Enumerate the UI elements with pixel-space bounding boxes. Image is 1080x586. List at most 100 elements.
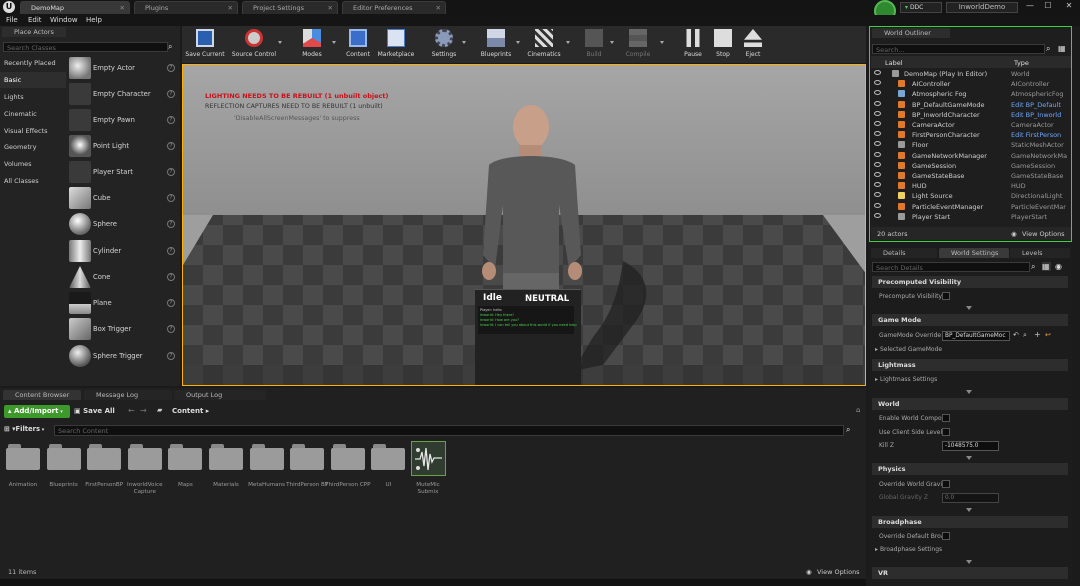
outliner-row[interactable]: CameraActor CameraActor	[872, 120, 1070, 130]
actor-point-light[interactable]: Point Light?	[67, 134, 179, 160]
section-vr[interactable]: VR	[872, 567, 1068, 579]
help-icon[interactable]: ?	[167, 64, 175, 72]
category-volumes[interactable]: Volumes	[0, 156, 66, 172]
lock-icon[interactable]: ⌂	[856, 406, 860, 414]
expand-arrow-icon[interactable]	[966, 508, 972, 512]
tab-editor-preferences[interactable]: Editor Preferences ✕	[342, 1, 446, 14]
expand-arrow-icon[interactable]	[966, 560, 972, 564]
override-default-broadphase-checkbox[interactable]	[942, 532, 950, 540]
help-icon[interactable]: ?	[167, 168, 175, 176]
expand-arrow-icon[interactable]	[966, 390, 972, 394]
dropdown-arrow-icon[interactable]	[278, 41, 282, 44]
property-matrix-icon[interactable]: ▦	[1042, 262, 1051, 271]
view-options-eye-icon[interactable]: ◉	[1055, 262, 1064, 271]
expand-arrow-icon[interactable]	[966, 456, 972, 460]
tab-world-settings[interactable]: World Settings	[939, 248, 1009, 258]
actor-empty-pawn[interactable]: Empty Pawn?	[67, 108, 179, 134]
override-world-gravity-checkbox[interactable]	[942, 480, 950, 488]
reset-arrow-icon[interactable]: ↩	[1045, 331, 1051, 339]
content-button[interactable]: Content	[342, 26, 374, 62]
filters-button[interactable]: ⊞ ▾Filters ▾	[4, 425, 50, 436]
tab-levels[interactable]: Levels	[1010, 248, 1070, 258]
expand-arrow-icon[interactable]	[966, 306, 972, 310]
outliner-row[interactable]: AIController AIController	[872, 79, 1070, 89]
folder-item[interactable]	[330, 444, 365, 470]
folder-item[interactable]	[168, 444, 203, 470]
actor-sphere[interactable]: Sphere?	[67, 212, 179, 238]
global-gravity-input[interactable]: 0.0	[942, 493, 999, 503]
kill-z-input[interactable]: -1048575.0	[942, 441, 999, 451]
help-icon[interactable]: ?	[167, 194, 175, 202]
outliner-row[interactable]: ParticleEventManager ParticleEventMar	[872, 202, 1070, 212]
help-icon[interactable]: ?	[167, 220, 175, 228]
section-broadphase[interactable]: Broadphase	[872, 516, 1068, 528]
back-arrow-icon[interactable]: ←	[128, 406, 135, 415]
tab-output-log[interactable]: Output Log	[174, 390, 266, 400]
outliner-row[interactable]: BP_InworldCharacter Edit BP_Inworld	[872, 110, 1070, 120]
folder-item[interactable]	[127, 444, 162, 470]
actor-empty-actor[interactable]: Empty Actor?	[67, 56, 179, 82]
label-column-header[interactable]: Label	[885, 59, 903, 67]
folder-item[interactable]	[46, 444, 81, 470]
category-visual-effects[interactable]: Visual Effects	[0, 123, 66, 139]
section-lightmass[interactable]: Lightmass	[872, 359, 1068, 371]
forward-arrow-icon[interactable]: →	[140, 406, 147, 415]
eject-button[interactable]: Eject	[738, 26, 768, 62]
save-current-button[interactable]: Save Current	[184, 26, 226, 62]
search-icon[interactable]: ⌕	[1031, 262, 1040, 271]
type-column-header[interactable]: Type	[1014, 59, 1029, 67]
folder-item[interactable]	[87, 444, 122, 470]
outliner-row[interactable]: DemoMap (Play In Editor) World	[872, 69, 1070, 79]
tab-details[interactable]: Details	[871, 248, 937, 258]
search-icon[interactable]: ⌕	[846, 425, 855, 434]
build-button[interactable]: Build	[578, 26, 610, 62]
actor-cylinder[interactable]: Cylinder?	[67, 239, 179, 265]
ddc-button[interactable]: ▾ DDC	[900, 2, 942, 13]
menu-help[interactable]: Help	[86, 16, 102, 24]
visibility-eye-icon[interactable]	[874, 131, 881, 137]
path-breadcrumb[interactable]: Content ▸	[172, 407, 209, 415]
search-icon[interactable]: ⌕	[1023, 331, 1027, 340]
details-search-input[interactable]: Search Details	[872, 262, 1030, 272]
outliner-row[interactable]: GameSession GameSession	[872, 161, 1070, 171]
folder-item[interactable]	[209, 444, 243, 470]
outliner-row[interactable]: GameStateBase GameStateBase	[872, 171, 1070, 181]
blueprints-button[interactable]: Blueprints	[476, 26, 516, 62]
outliner-row[interactable]: Light Source DirectionalLight	[872, 191, 1070, 201]
place-actors-tab[interactable]: Place Actors	[2, 27, 66, 37]
section-precomputed-visibility[interactable]: Precomputed Visibility	[872, 276, 1068, 288]
precompute-visibility-checkbox[interactable]	[942, 292, 950, 300]
category-geometry[interactable]: Geometry	[0, 139, 66, 155]
broadphase-settings-row[interactable]: ▸ Broadphase Settings	[872, 543, 1068, 556]
actor-player-start[interactable]: Player Start?	[67, 160, 179, 186]
source-control-button[interactable]: Source Control	[230, 26, 278, 62]
view-options-button[interactable]: View Options	[817, 568, 860, 576]
dropdown-arrow-icon[interactable]	[332, 41, 336, 44]
section-physics[interactable]: Physics	[872, 463, 1068, 475]
visibility-eye-icon[interactable]	[874, 161, 881, 167]
outliner-row[interactable]: FirstPersonCharacter Edit FirstPerson	[872, 130, 1070, 140]
close-icon[interactable]: ✕	[436, 4, 441, 12]
level-viewport[interactable]: LIGHTING NEEDS TO BE REBUILT (1 unbuilt …	[182, 64, 866, 386]
help-icon[interactable]: ?	[167, 142, 175, 150]
visibility-eye-icon[interactable]	[874, 121, 881, 126]
compile-button[interactable]: Compile	[620, 26, 656, 62]
category-recently-placed[interactable]: Recently Placed	[0, 55, 66, 71]
actor-cone[interactable]: Cone?	[67, 265, 179, 291]
minimize-button[interactable]: —	[1022, 1, 1038, 13]
visibility-eye-icon[interactable]	[874, 151, 881, 157]
help-icon[interactable]: ?	[167, 116, 175, 124]
outliner-row[interactable]: Player Start PlayerStart	[872, 212, 1070, 222]
tab-plugins[interactable]: Plugins ✕	[134, 1, 238, 14]
outliner-row[interactable]: BP_DefaultGameMode Edit BP_Default	[872, 100, 1070, 110]
tab-project-settings[interactable]: Project Settings ✕	[242, 1, 338, 14]
save-all-button[interactable]: ▣ Save All	[74, 405, 122, 418]
visibility-eye-icon[interactable]	[874, 100, 881, 106]
marketplace-button[interactable]: Marketplace	[376, 26, 416, 62]
category-basic[interactable]: Basic	[0, 72, 66, 88]
dropdown-arrow-icon[interactable]	[516, 41, 520, 44]
modes-button[interactable]: Modes	[294, 26, 330, 62]
game-mode-override-dropdown[interactable]: BP_DefaultGameMoc	[942, 331, 1010, 341]
help-icon[interactable]: ?	[167, 325, 175, 333]
lightmass-settings-row[interactable]: ▸ Lightmass Settings	[872, 373, 1068, 386]
